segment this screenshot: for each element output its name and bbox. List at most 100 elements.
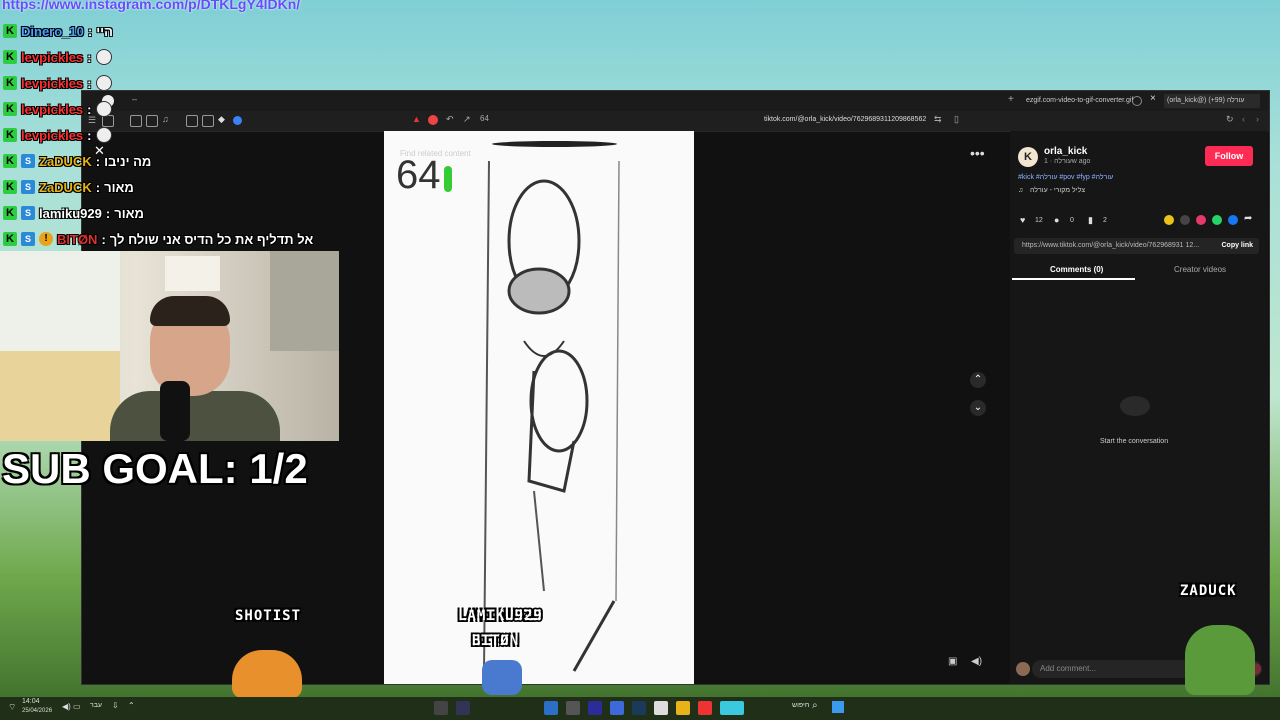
app-icon[interactable] [720, 701, 744, 715]
kick-badge-icon: K [3, 206, 17, 220]
chat-username[interactable]: levpickles [21, 128, 83, 143]
video-player[interactable]: Find related content 64 [384, 131, 694, 684]
embed-icon[interactable] [1180, 215, 1190, 225]
sketch-character-drawing [483, 160, 620, 672]
app-icon[interactable] [544, 701, 558, 715]
wifi-icon[interactable]: ⌔ [8, 702, 16, 713]
previous-video-icon[interactable]: ⌃ [970, 372, 986, 388]
sound-label[interactable]: צליל מקורי - עורלה [1030, 187, 1085, 194]
video-name-lamiku: LAMIKU929 [458, 608, 543, 624]
app-icon[interactable] [566, 701, 580, 715]
avatar[interactable]: K [1018, 147, 1038, 167]
search-label[interactable]: חיפוש [792, 702, 809, 709]
sub-badge-icon: S [21, 232, 35, 246]
facebook-icon[interactable] [1228, 215, 1238, 225]
bookmark-icon[interactable]: ▯ [954, 114, 959, 125]
skull-emote-icon [95, 127, 112, 143]
tab-creator-videos[interactable]: Creator videos [1174, 265, 1226, 274]
chat-username[interactable]: lamiku929 [39, 206, 102, 221]
whatsapp-icon[interactable] [1212, 215, 1222, 225]
chat-username[interactable]: Dinero_10 [21, 24, 84, 39]
chat-text: היי [96, 23, 113, 39]
app-icon[interactable] [434, 701, 448, 715]
chat-message: K levpickles : [0, 70, 340, 96]
bookmark-icon[interactable]: ▮ [1088, 215, 1093, 226]
tray-chevron-icon[interactable]: ⌃ [128, 701, 135, 710]
display-tray-icon[interactable]: ▭ [73, 702, 81, 711]
follow-button[interactable]: Follow [1205, 146, 1253, 166]
close-tab-icon[interactable]: × [1150, 93, 1156, 104]
start-icon[interactable] [832, 701, 844, 713]
app-icon[interactable] [588, 701, 602, 715]
chat-text: : [87, 75, 92, 91]
chat-text: : [87, 23, 93, 39]
back-icon[interactable]: ‹ [1242, 114, 1245, 124]
pip-icon[interactable]: ▣ [948, 656, 957, 667]
usb-tray-icon[interactable]: ⇩ [112, 701, 119, 710]
wall-shelf [270, 251, 339, 351]
skull-emote-icon [95, 75, 112, 91]
skull-emote-icon [95, 49, 112, 65]
share-icon[interactable]: ⇆ [934, 114, 942, 125]
app-icon[interactable] [654, 701, 668, 715]
next-video-icon[interactable]: ⌄ [970, 400, 986, 416]
chat-username[interactable]: levpickles [21, 76, 83, 91]
kick-badge-icon: K [3, 232, 17, 246]
undo-icon[interactable]: ↶ [446, 114, 454, 125]
warning-icon[interactable]: ▲ [412, 114, 421, 124]
username[interactable]: orla_kick [1044, 146, 1087, 157]
kick-badge-icon: K [3, 180, 17, 194]
chat-text: אל תדליף את כל הדיס אני שולח לך [109, 231, 314, 247]
volume-icon[interactable]: ◀) [971, 656, 982, 667]
chat-username[interactable]: ZaDUCK [39, 180, 92, 195]
brave-icon[interactable] [698, 701, 712, 715]
chat-message: K levpickles : [0, 96, 340, 122]
clock-time[interactable]: 14:04 [22, 698, 40, 705]
heart-icon[interactable]: ♥ [1020, 215, 1025, 225]
coin-icon[interactable] [1164, 215, 1174, 225]
comment-count: 0 [1070, 217, 1074, 224]
translate-icon[interactable]: ↗ [463, 114, 471, 125]
skull-emote-icon [95, 101, 112, 117]
app-icon[interactable] [456, 701, 470, 715]
video-score: 64 [396, 153, 441, 197]
tab-tiktok[interactable]: (orla_kick@) עורלה (99+) [1164, 94, 1260, 108]
hashtags[interactable]: #kick #עורלה #pov #fyp #עורלה [1018, 174, 1113, 181]
overlay-url-text: https://www.instagram.com/p/DTKLgY4lDKn/ [2, 0, 301, 12]
tab-active-underline [1012, 278, 1135, 280]
share-arrow-icon[interactable]: ➦ [1244, 213, 1252, 224]
new-tab-icon[interactable]: + [1008, 94, 1014, 105]
volume-tray-icon[interactable]: ◀) [62, 702, 71, 711]
chat-text: מאור [104, 179, 134, 195]
chat-username[interactable]: ZaDUCK [39, 154, 92, 169]
chat-overlay: K Dinero_10 : היי K levpickles : K levpi… [0, 18, 340, 252]
kick-badge-icon: K [3, 76, 17, 90]
chat-username[interactable]: BITØN [57, 232, 97, 247]
app-icon[interactable] [610, 701, 624, 715]
video-link-text[interactable]: https://www.tiktok.com/@orla_kick/video/… [1014, 242, 1199, 249]
chat-username[interactable]: levpickles [21, 102, 83, 117]
chat-text: : [87, 49, 92, 65]
clock-date[interactable]: 25/04/2026 [22, 708, 52, 714]
tab-count-icon[interactable]: 64 [480, 114, 489, 123]
comment-icon[interactable]: ● [1054, 215, 1059, 225]
search-icon[interactable]: ⌕ [812, 700, 818, 711]
repost-icon[interactable] [1196, 215, 1206, 225]
close-chat-icon[interactable]: ✕ [94, 143, 105, 159]
post-meta: עורלה · 1w ago [1044, 158, 1091, 165]
brave-icon[interactable] [428, 115, 438, 125]
kick-badge-icon: K [3, 102, 17, 116]
language-indicator[interactable]: עבר [90, 702, 102, 709]
wall-poster [165, 256, 220, 291]
app-icon[interactable] [632, 701, 646, 715]
webcam-feed [0, 251, 339, 441]
reload-icon[interactable]: ↻ [1226, 114, 1234, 125]
url-bar[interactable]: tiktok.com/@orla_kick/video/762968931120… [764, 116, 926, 123]
more-options-icon[interactable]: ••• [970, 145, 985, 161]
tab-ezgif[interactable]: ezgif.com-video-to-gif-converter.gif [1026, 94, 1133, 108]
copy-link-button[interactable]: Copy link [1221, 238, 1253, 254]
tab-comments[interactable]: Comments (0) [1050, 265, 1103, 274]
folder-icon[interactable] [676, 701, 690, 715]
forward-icon[interactable]: › [1256, 114, 1259, 124]
chat-username[interactable]: levpickles [21, 50, 83, 65]
